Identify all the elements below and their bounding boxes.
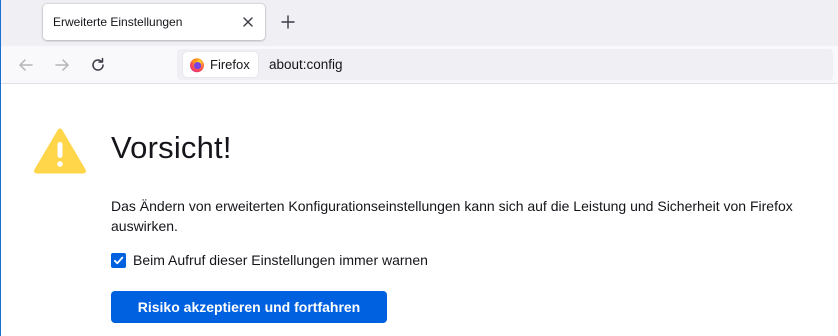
url-text[interactable]: about:config: [269, 57, 343, 72]
plus-icon[interactable]: [277, 11, 299, 33]
page-content: Vorsicht! Das Ändern von erweiterten Kon…: [1, 84, 838, 336]
arrow-left-icon[interactable]: [15, 54, 37, 76]
warning-description: Das Ändern von erweiterten Konfiguration…: [111, 198, 793, 234]
firefox-logo-icon: [189, 57, 205, 73]
warn-checkbox-row[interactable]: Beim Aufruf dieser Einstellungen immer w…: [111, 250, 428, 270]
accept-risk-button[interactable]: Risiko akzeptieren und fortfahren: [111, 291, 387, 323]
close-icon[interactable]: [239, 13, 257, 31]
tab-strip: Erweiterte Einstellungen: [1, 0, 838, 46]
browser-window: Erweiterte Einstellungen Firefox about:c…: [0, 0, 838, 336]
tab-title: Erweiterte Einstellungen: [53, 15, 183, 29]
checkmark-icon[interactable]: [111, 252, 126, 268]
warning-triangle-icon: [34, 128, 86, 174]
reload-icon[interactable]: [87, 54, 109, 76]
checkbox-label[interactable]: Beim Aufruf dieser Einstellungen immer w…: [133, 252, 428, 268]
nav-toolbar: Firefox about:config: [1, 46, 838, 84]
tab-erweiterte-einstellungen[interactable]: Erweiterte Einstellungen: [43, 4, 265, 40]
page-title: Vorsicht!: [111, 130, 232, 165]
identity-label: Firefox: [210, 57, 250, 72]
url-bar[interactable]: Firefox about:config: [177, 49, 833, 80]
arrow-right-icon[interactable]: [51, 54, 73, 76]
identity-box[interactable]: Firefox: [183, 52, 258, 77]
